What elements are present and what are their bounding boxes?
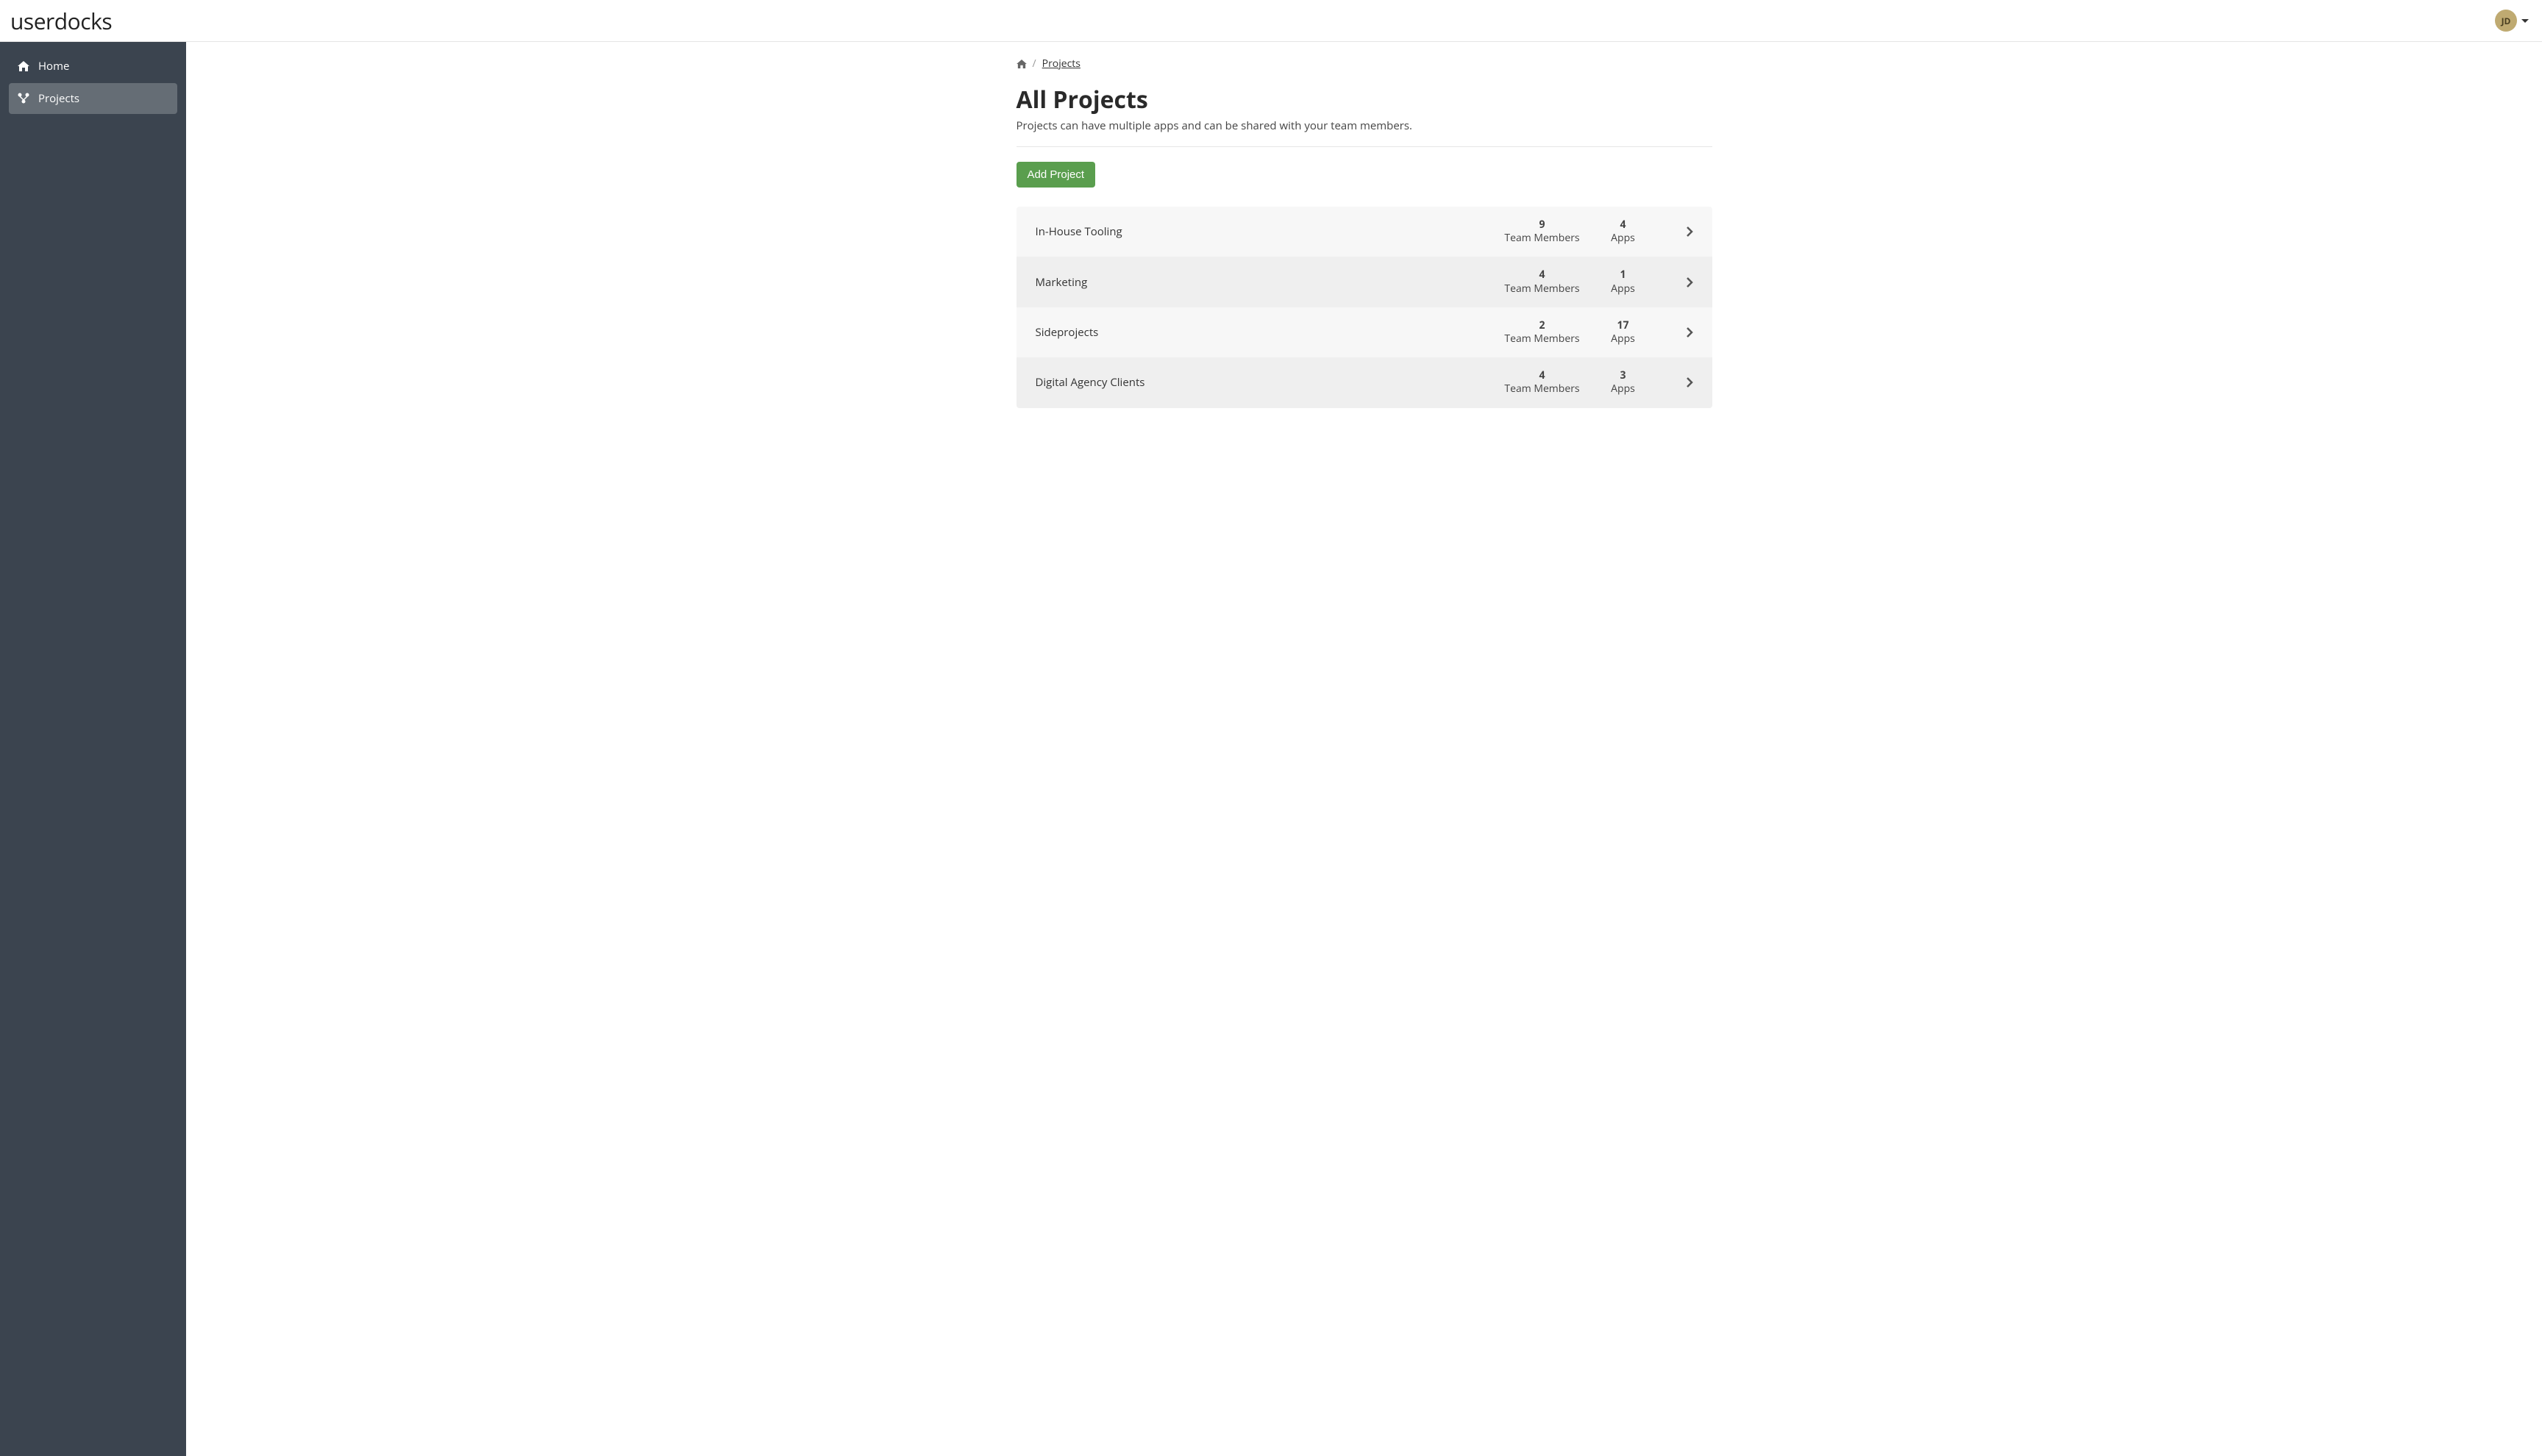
project-row[interactable]: Sideprojects 2 Team Members 17 Apps — [1017, 307, 1712, 357]
project-apps-count: 3 — [1590, 369, 1656, 382]
sidebar-item-home[interactable]: Home — [9, 51, 177, 82]
user-menu[interactable]: JD — [2495, 10, 2529, 32]
divider — [1017, 146, 1712, 147]
project-name: Digital Agency Clients — [1036, 375, 1495, 390]
project-members-stat: 4 Team Members — [1495, 369, 1590, 396]
chevron-right-icon — [1656, 277, 1693, 288]
chevron-right-icon — [1656, 327, 1693, 338]
caret-down-icon — [2521, 19, 2529, 23]
home-icon — [18, 60, 29, 72]
project-apps-stat: 4 Apps — [1590, 218, 1656, 245]
project-members-label: Team Members — [1495, 332, 1590, 346]
project-apps-count: 4 — [1590, 218, 1656, 232]
project-members-count: 9 — [1495, 218, 1590, 232]
project-members-label: Team Members — [1495, 282, 1590, 296]
project-apps-label: Apps — [1590, 382, 1656, 396]
project-name: Marketing — [1036, 275, 1495, 290]
project-apps-stat: 17 Apps — [1590, 319, 1656, 346]
project-apps-label: Apps — [1590, 332, 1656, 346]
home-icon — [1017, 60, 1027, 68]
project-list: In-House Tooling 9 Team Members 4 Apps M… — [1017, 207, 1712, 408]
page-subtitle: Projects can have multiple apps and can … — [1017, 118, 1712, 133]
sidebar: Home Projects — [0, 42, 186, 1456]
project-members-count: 4 — [1495, 268, 1590, 282]
project-apps-count: 1 — [1590, 268, 1656, 282]
projects-icon — [18, 93, 29, 104]
project-members-label: Team Members — [1495, 382, 1590, 396]
breadcrumb: / Projects — [1017, 57, 1712, 71]
sidebar-item-projects[interactable]: Projects — [9, 83, 177, 114]
project-apps-label: Apps — [1590, 232, 1656, 245]
project-members-stat: 9 Team Members — [1495, 218, 1590, 245]
project-row[interactable]: In-House Tooling 9 Team Members 4 Apps — [1017, 207, 1712, 257]
project-apps-stat: 3 Apps — [1590, 369, 1656, 396]
project-apps-stat: 1 Apps — [1590, 268, 1656, 295]
breadcrumb-home[interactable] — [1017, 60, 1027, 68]
project-row[interactable]: Digital Agency Clients 4 Team Members 3 … — [1017, 357, 1712, 407]
project-members-count: 4 — [1495, 369, 1590, 382]
project-name: Sideprojects — [1036, 325, 1495, 340]
project-members-stat: 2 Team Members — [1495, 319, 1590, 346]
brand-logo[interactable]: userdocks — [10, 6, 112, 36]
project-row[interactable]: Marketing 4 Team Members 1 Apps — [1017, 257, 1712, 307]
chevron-right-icon — [1656, 377, 1693, 388]
project-apps-label: Apps — [1590, 282, 1656, 296]
page-title: All Projects — [1017, 84, 1712, 115]
chevron-right-icon — [1656, 226, 1693, 237]
avatar: JD — [2495, 10, 2517, 32]
project-members-stat: 4 Team Members — [1495, 268, 1590, 295]
topbar: userdocks JD — [0, 0, 2542, 42]
project-members-label: Team Members — [1495, 232, 1590, 245]
project-apps-count: 17 — [1590, 319, 1656, 332]
sidebar-item-label: Home — [38, 59, 69, 74]
sidebar-item-label: Projects — [38, 91, 79, 106]
add-project-button[interactable]: Add Project — [1017, 162, 1096, 188]
breadcrumb-separator: / — [1033, 57, 1036, 71]
breadcrumb-current[interactable]: Projects — [1042, 57, 1080, 71]
project-members-count: 2 — [1495, 319, 1590, 332]
project-name: In-House Tooling — [1036, 224, 1495, 239]
main-content: / Projects All Projects Projects can hav… — [186, 42, 2542, 1456]
